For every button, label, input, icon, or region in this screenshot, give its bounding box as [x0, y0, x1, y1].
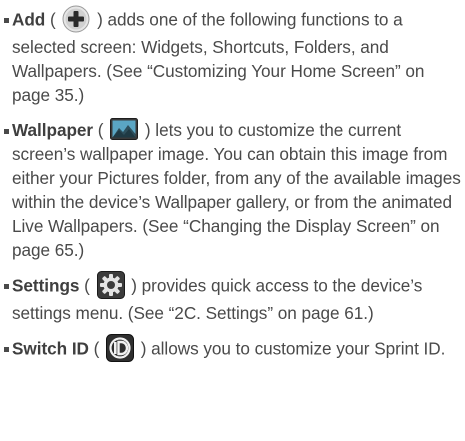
bullet: [4, 284, 9, 290]
plus-circle-icon: [62, 5, 90, 33]
wallpaper-icon: [110, 118, 139, 141]
document-page: Add ( ) adds one of the following functi…: [0, 0, 465, 441]
term-add: Add: [12, 9, 46, 30]
bullet: [4, 347, 9, 353]
item-description: ) lets you to customize the current scre…: [12, 120, 461, 261]
term-wallpaper: Wallpaper: [12, 120, 94, 140]
list-item-wallpaper: Wallpaper ( ) lets you to customize the …: [4, 118, 461, 262]
list-item-settings: Settings ( ) provides quick access to th…: [4, 271, 461, 325]
sprint-id-icon: [106, 334, 135, 363]
list-item-switch-id: Switch ID ( ) allows you to customize yo…: [4, 334, 461, 364]
list-item-add: Add ( ) adds one of the following functi…: [4, 5, 461, 107]
bullet: [4, 129, 9, 134]
settings-gear-icon: [96, 271, 125, 300]
item-description: ) allows you to customize your Sprint ID…: [136, 339, 446, 359]
bullet: [4, 18, 9, 23]
paren-open: (: [93, 120, 109, 140]
term-switch-id: Switch ID: [12, 339, 89, 359]
paren-open: (: [45, 9, 61, 30]
paren-open: (: [88, 339, 105, 359]
term-settings: Settings: [12, 276, 80, 296]
paren-open: (: [79, 276, 95, 296]
